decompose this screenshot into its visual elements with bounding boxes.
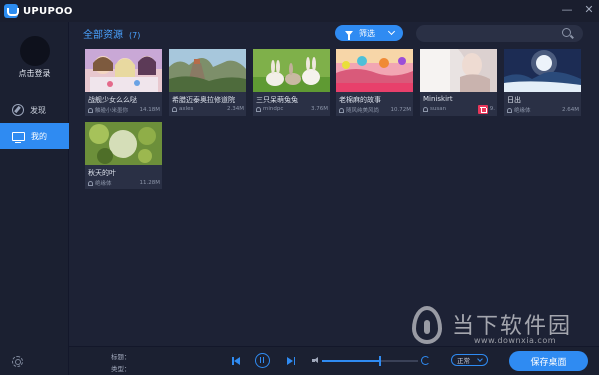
section-heading: 全部资源 (7)	[83, 26, 140, 41]
wallpaper-thumbnail	[420, 49, 497, 92]
play-mode-label: 正常	[457, 357, 470, 365]
volume-fill	[322, 360, 380, 362]
user-icon	[256, 106, 261, 112]
wallpaper-thumbnail	[169, 49, 246, 92]
watermark-url: www.downxia.com	[474, 336, 557, 345]
save-desktop-button[interactable]: 保存桌面	[509, 351, 588, 371]
card-title: 老棉麻的故事	[339, 96, 381, 104]
card-meta: 绝缘体 11.28M	[88, 179, 160, 187]
volume-icon[interactable]	[312, 357, 319, 364]
wallpaper-thumbnail	[85, 49, 162, 92]
close-button[interactable]: ✕	[583, 4, 595, 16]
card-author: axles	[179, 106, 194, 112]
watermark-name: 当下软件园	[452, 314, 573, 339]
card-size: 3.76M	[311, 106, 328, 112]
wallpaper-thumbnail	[253, 49, 330, 92]
watermark: 当下软件园 www.downxia.com	[412, 306, 592, 346]
card-title: 秋天的叶	[88, 169, 116, 177]
card-title: Miniskirt	[423, 95, 453, 103]
wallpaper-card[interactable]: 老棉麻的故事 随风纯美风尚 10.72M	[336, 49, 413, 116]
monitor-icon	[12, 131, 25, 143]
user-icon	[172, 106, 177, 112]
page-title: 全部资源	[83, 30, 123, 41]
card-size: 14.18M	[139, 107, 161, 113]
player-bar: 标题： 类型： 正常 保存桌面	[69, 346, 599, 375]
card-author: 随风纯美风尚	[346, 108, 380, 114]
wallpaper-thumbnail	[504, 49, 581, 92]
card-title: 战舰少女么么哒	[88, 96, 137, 104]
volume-handle[interactable]	[378, 356, 381, 366]
type-label: 类型：	[111, 365, 131, 373]
next-icon[interactable]	[287, 357, 295, 365]
funnel-icon	[345, 30, 353, 40]
card-size: 2.64M	[562, 107, 579, 113]
user-icon	[88, 107, 93, 113]
wallpaper-thumbnail	[336, 49, 413, 92]
card-author: 绝缘体	[95, 181, 112, 187]
card-author: mindpc	[263, 106, 284, 112]
wallpaper-card[interactable]: 希腊迈泰奥拉修道院 axles 2.34M	[169, 49, 246, 116]
previous-icon[interactable]	[232, 357, 240, 365]
minimize-button[interactable]: —	[561, 4, 573, 16]
wallpaper-card[interactable]: 秋天的叶 绝缘体 11.28M	[85, 122, 162, 189]
upupoo-logo-icon	[4, 4, 19, 18]
card-size: 2.34M	[227, 106, 244, 112]
card-size: 11.28M	[139, 180, 161, 186]
chevron-down-icon	[387, 27, 396, 36]
volume-slider[interactable]	[322, 356, 418, 366]
card-author: 绝缘体	[514, 108, 531, 114]
card-meta: 绝缘体 2.64M	[507, 106, 579, 114]
wallpaper-card[interactable]: 三只呆萌兔兔 mindpc 3.76M	[253, 49, 330, 116]
search-input[interactable]	[416, 25, 583, 42]
watermark-logo-icon	[412, 306, 442, 344]
user-icon	[423, 106, 428, 112]
chevron-down-icon	[477, 355, 483, 362]
card-title: 三只呆萌兔兔	[256, 96, 298, 104]
card-meta: 触碰小米墨你 14.18M	[88, 106, 160, 114]
card-title: 希腊迈泰奥拉修道院	[172, 96, 235, 104]
wallpaper-card[interactable]: Miniskirt susan 9.	[420, 49, 497, 116]
title-label: 标题：	[111, 353, 131, 361]
avatar[interactable]	[20, 36, 50, 66]
sidebar-item-discover[interactable]: 发现	[0, 97, 69, 123]
resource-count: (7)	[129, 31, 141, 40]
user-icon	[507, 107, 512, 113]
delete-button[interactable]	[478, 105, 488, 114]
sidebar-item-label: 发现	[30, 105, 46, 115]
filter-button[interactable]: 筛选	[335, 25, 403, 41]
wallpaper-card[interactable]: 战舰少女么么哒 触碰小米墨你 14.18M	[85, 49, 162, 116]
card-title: 日出	[507, 96, 521, 104]
compass-icon	[12, 104, 24, 116]
sidebar-item-label: 我的	[31, 131, 47, 141]
sidebar: 点击登录 发现 我的	[0, 22, 69, 375]
app-logo: UPUPOO	[4, 4, 73, 18]
loop-icon[interactable]	[421, 356, 430, 365]
play-mode-select[interactable]: 正常	[451, 354, 488, 366]
window-controls: — ✕	[561, 4, 595, 16]
user-icon	[88, 180, 93, 186]
settings-icon[interactable]	[12, 356, 23, 367]
search-icon[interactable]	[562, 28, 571, 37]
pause-icon[interactable]	[255, 353, 270, 368]
wallpaper-card[interactable]: 日出 绝缘体 2.64M	[504, 49, 581, 116]
card-meta: axles 2.34M	[172, 106, 244, 112]
sidebar-item-mine[interactable]: 我的	[0, 123, 69, 149]
app-name: UPUPOO	[23, 5, 73, 17]
card-author: 触碰小米墨你	[95, 108, 129, 114]
login-label[interactable]: 点击登录	[0, 68, 69, 79]
user-icon	[339, 107, 344, 113]
card-size: 9.	[489, 106, 495, 112]
card-meta: 随风纯美风尚 10.72M	[339, 106, 411, 114]
filter-label: 筛选	[359, 28, 375, 38]
card-meta: mindpc 3.76M	[256, 106, 328, 112]
wallpaper-thumbnail	[85, 122, 162, 165]
card-size: 10.72M	[390, 107, 412, 113]
title-bar: UPUPOO — ✕	[0, 0, 599, 22]
